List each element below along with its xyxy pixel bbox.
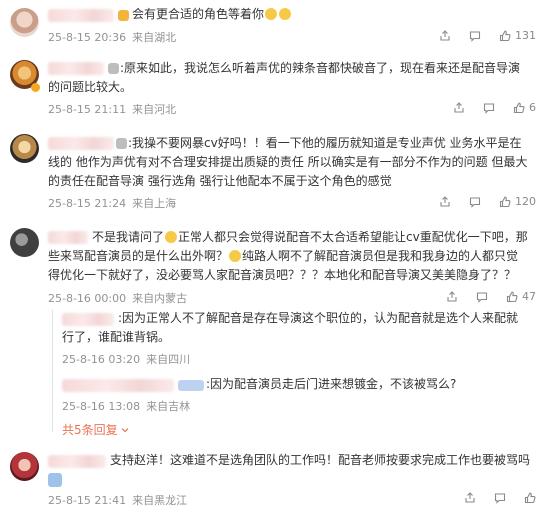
share-button[interactable] xyxy=(439,195,451,208)
crying-emoji-icon xyxy=(279,8,292,20)
share-button[interactable] xyxy=(464,492,476,504)
thumbs-up-icon xyxy=(524,492,536,504)
reply-text: :因为正常人不了解配音是存在导演这个职位的，认为配音就是选个人来配就行了，谁配谁… xyxy=(62,311,519,344)
comment-text: 支持赵洋！这难道不是选角团队的工作吗！配音老师按要求完成工作也要被骂吗 xyxy=(110,453,531,467)
reply-location: 来自吉林 xyxy=(146,400,191,413)
like-button[interactable] xyxy=(524,492,536,504)
comment-location: 来自河北 xyxy=(132,103,177,116)
comment-feed: { "comments": [ { "text": "会有更合适的角色等着你",… xyxy=(0,0,550,509)
reply-thread-line xyxy=(52,310,53,432)
like-count: 6 xyxy=(529,101,536,114)
share-icon xyxy=(465,492,475,503)
thumbs-up-icon xyxy=(499,30,511,41)
comment-location: 来自内蒙古 xyxy=(132,292,188,305)
comment-meta: 25-8-15 21:24 来自上海 xyxy=(48,195,182,211)
share-icon xyxy=(447,290,457,302)
like-button[interactable]: 47 xyxy=(506,290,536,303)
reply-date: 25-8-16 13:08 xyxy=(62,400,141,413)
comment-icon xyxy=(494,493,506,504)
comment-text: :我操不要网暴cv好吗！！看一下他的履历就知道是专业声优 业务水平是在线的 他作… xyxy=(48,136,528,188)
comment-location: 来自上海 xyxy=(132,197,177,210)
comment-date: 25-8-15 21:24 xyxy=(48,197,127,210)
comment-actions: 47 xyxy=(446,290,536,303)
like-button[interactable]: 6 xyxy=(513,101,536,114)
fan-badge-icon xyxy=(178,380,204,391)
comment-meta: 25-8-15 21:11 来自河北 xyxy=(48,101,182,117)
reply-date: 25-8-16 03:20 xyxy=(62,353,141,366)
username-redacted[interactable] xyxy=(48,9,114,22)
avatar[interactable] xyxy=(10,8,39,37)
reply-meta: 25-8-16 13:08 来自吉林 xyxy=(62,398,196,414)
comment-date: 25-8-15 21:11 xyxy=(48,103,127,116)
like-button[interactable]: 131 xyxy=(499,29,536,42)
like-count: 47 xyxy=(522,290,536,303)
comment-icon xyxy=(469,30,481,42)
comment-text-part-1: 不是我请问了 xyxy=(92,230,165,244)
comment-actions xyxy=(464,492,536,504)
share-button[interactable] xyxy=(446,290,458,303)
reply-button[interactable] xyxy=(476,291,488,303)
reply-location: 来自四川 xyxy=(146,353,191,366)
comment-date: 25-8-16 00:00 xyxy=(48,292,127,305)
share-button[interactable] xyxy=(453,101,465,114)
comment-date: 25-8-15 21:41 xyxy=(48,494,127,507)
emoji-hand-icon xyxy=(48,473,62,487)
comment-location: 来自湖北 xyxy=(132,31,177,44)
comment-icon xyxy=(476,291,488,303)
reply-meta: 25-8-16 03:20 来自四川 xyxy=(62,351,196,367)
comment-meta: 25-8-15 20:36 来自湖北 xyxy=(48,29,182,45)
comment-actions: 131 xyxy=(439,29,536,42)
crying-emoji-icon xyxy=(265,8,278,20)
comment-actions: 120 xyxy=(439,195,536,208)
username-redacted[interactable] xyxy=(62,379,174,392)
comment-actions: 6 xyxy=(453,101,536,114)
comment-meta: 25-8-15 21:41 来自黑龙江 xyxy=(48,492,193,508)
avatar[interactable] xyxy=(10,452,39,481)
thumbs-up-icon xyxy=(499,196,511,207)
avatar[interactable] xyxy=(10,228,39,257)
more-replies-label: 共5条回复 xyxy=(62,423,118,437)
reply-button[interactable] xyxy=(469,196,481,208)
thinking-emoji-icon xyxy=(229,250,242,262)
reply-text: :因为配音演员走后门进来想镀金，不该被骂么? xyxy=(206,377,457,391)
like-button[interactable]: 120 xyxy=(499,195,536,208)
thinking-emoji-icon xyxy=(165,231,178,243)
like-count: 131 xyxy=(515,29,536,42)
reply-button[interactable] xyxy=(494,492,506,504)
view-more-replies-link[interactable]: 共5条回复 xyxy=(62,421,129,438)
comment-icon xyxy=(483,102,495,114)
reply-button[interactable] xyxy=(483,102,495,114)
comment-text: 会有更合适的角色等着你 xyxy=(132,5,292,24)
avatar[interactable] xyxy=(10,134,39,163)
comment-text-1: 会有更合适的角色等着你 xyxy=(132,7,265,21)
comment-icon xyxy=(469,196,481,208)
crown-badge-icon xyxy=(118,10,129,21)
comment-date: 25-8-15 20:36 xyxy=(48,31,127,44)
comment-meta: 25-8-16 00:00 来自内蒙古 xyxy=(48,290,193,306)
chevron-down-icon xyxy=(122,428,129,433)
verified-badge-icon xyxy=(31,83,40,92)
share-icon xyxy=(454,101,464,113)
share-button[interactable] xyxy=(439,29,451,42)
comment-location: 来自黑龙江 xyxy=(132,494,188,507)
reply-button[interactable] xyxy=(469,30,481,42)
share-icon xyxy=(440,29,450,41)
like-count: 120 xyxy=(515,195,536,208)
comment-text: :原来如此，我说怎么听着声优的辣条音都快破音了，现在看来还是配音导演的问题比较大… xyxy=(48,61,521,94)
share-icon xyxy=(440,195,450,207)
comment-text: 不是我请问了 正常人都只会觉得说配音不太合适希望能让cv重配优化一下吧，那些来骂配… xyxy=(48,228,530,285)
thumbs-up-icon xyxy=(513,102,525,113)
thumbs-up-icon xyxy=(506,291,518,302)
